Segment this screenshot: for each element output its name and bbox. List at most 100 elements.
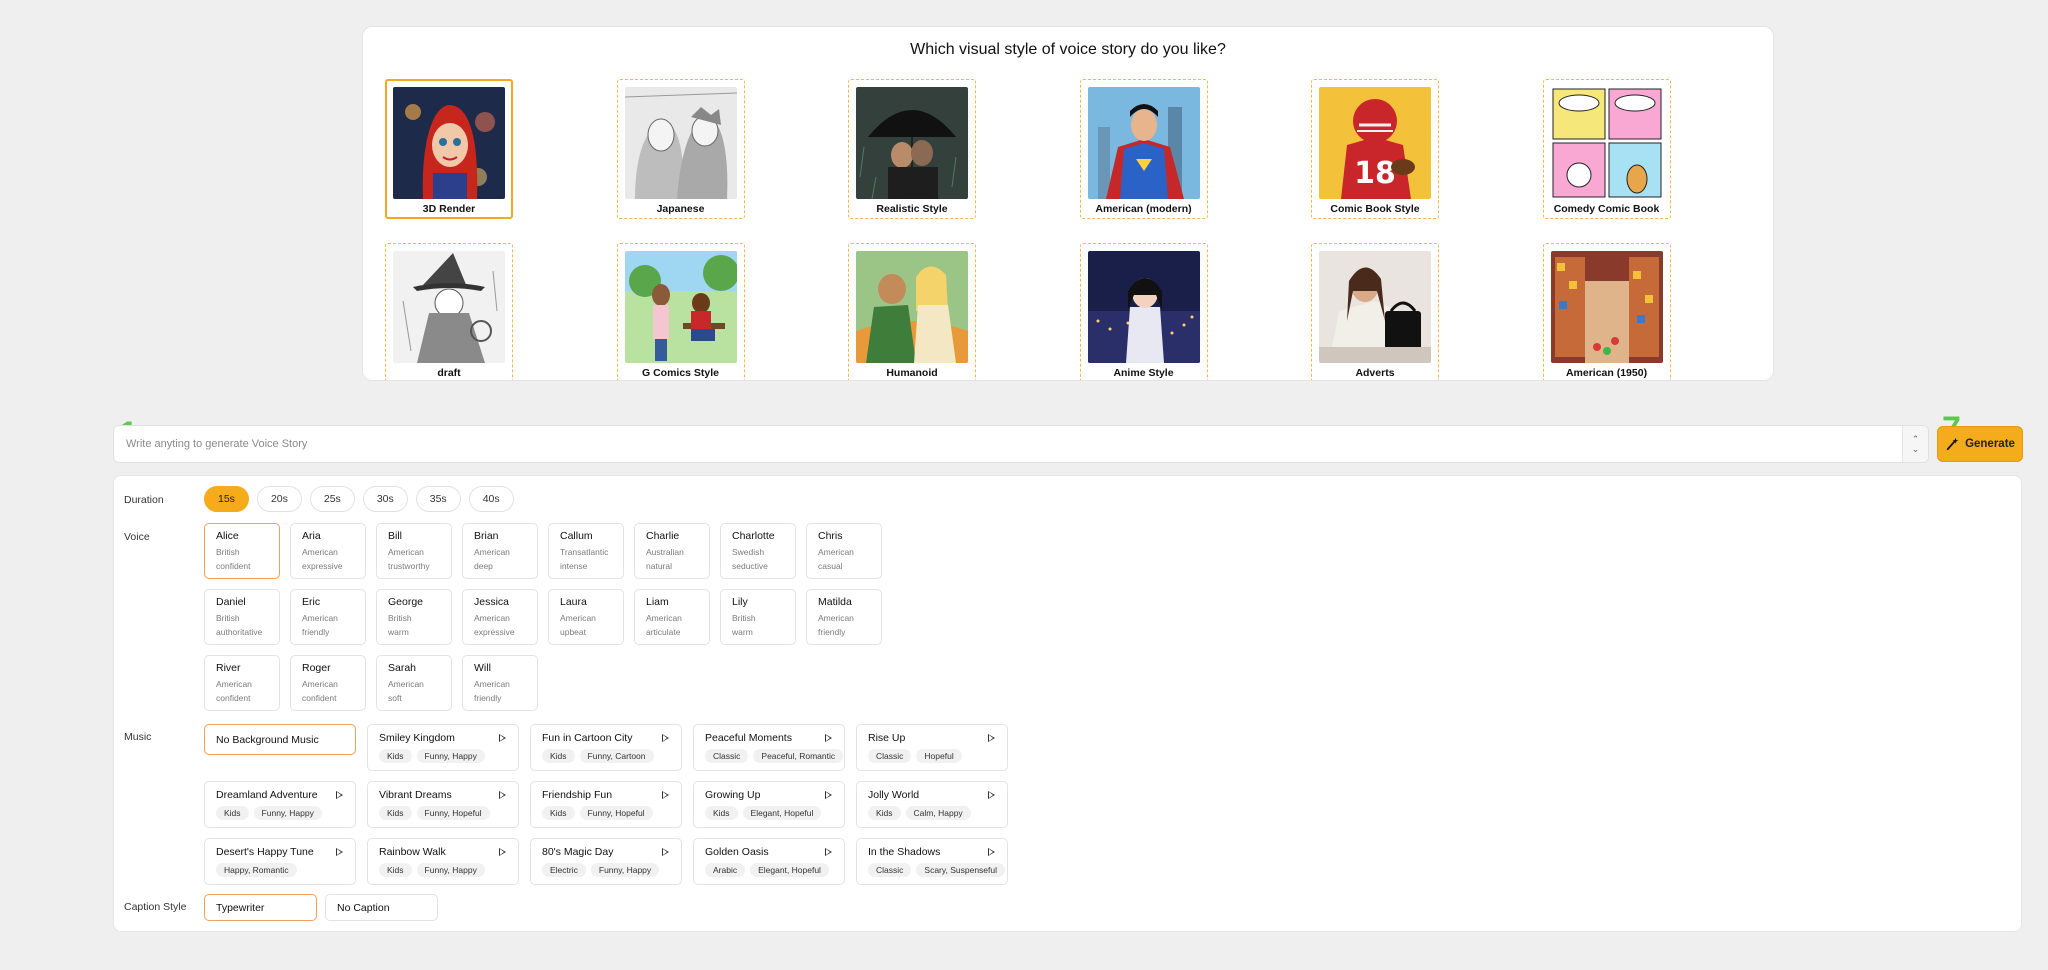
style-card[interactable]: American (1950) [1542,243,1671,380]
caption-option[interactable]: Typewriter [204,894,317,921]
play-icon[interactable] [499,791,506,799]
generate-button[interactable]: Generate [1937,426,2023,462]
music-card[interactable]: Jolly World Kids Calm, Happy [856,781,1008,828]
story-prompt-input[interactable] [126,426,1806,462]
duration-option[interactable]: 25s [309,486,355,512]
voice-accent: American [646,613,682,623]
voice-card[interactable]: Alice British confident [204,523,280,579]
style-card[interactable]: Humanoid [848,243,976,380]
play-icon[interactable] [499,848,506,856]
style-card[interactable]: G Comics Style [616,243,745,380]
voice-tone: authoritative [216,627,263,637]
music-card[interactable]: Desert's Happy Tune Happy, Romantic [204,838,356,885]
style-card[interactable]: 3D Render [385,79,513,219]
music-tags: Kids Funny, Hopeful [542,806,670,820]
music-card[interactable]: Dreamland Adventure Kids Funny, Happy [204,781,356,828]
music-tag: Kids [542,749,575,763]
duration-option[interactable]: 40s [468,486,514,512]
voice-card[interactable]: Chris American casual [806,523,882,579]
style-card[interactable]: Comedy Comic Book [1542,79,1671,219]
football-player-thumb: 18 [1319,87,1431,199]
voice-card[interactable]: Charlotte Swedish seductive [720,523,796,579]
voice-card[interactable]: Eric American friendly [290,589,366,645]
play-icon[interactable] [662,848,669,856]
style-card[interactable]: draft [385,243,513,380]
style-card-label: Comic Book Style [1330,203,1420,215]
music-tags: Kids Funny, Happy [216,806,344,820]
music-card[interactable]: Peaceful Moments Classic Peaceful, Romanti… [693,724,845,771]
style-card[interactable]: Japanese [616,79,745,219]
play-icon[interactable] [988,734,995,742]
voice-name: River [216,662,241,674]
voice-card[interactable]: Liam American articulate [634,589,710,645]
music-name: Dreamland Adventure [216,789,318,801]
duration-option[interactable]: 15s [204,486,249,512]
play-icon[interactable] [825,791,832,799]
voice-card[interactable]: Laura American upbeat [548,589,624,645]
music-card[interactable]: In the Shadows Classic Scary, Suspenseful [856,838,1008,885]
music-card[interactable]: Golden Oasis Arabic Elegant, Hopeful [693,838,845,885]
voice-accent: American [302,547,338,557]
duration-option[interactable]: 20s [256,486,302,512]
music-tag: Kids [216,806,249,820]
play-icon[interactable] [662,791,669,799]
voice-accent: British [216,613,240,623]
voice-card[interactable]: Aria American expressive [290,523,366,579]
music-card[interactable]: Friendship Fun Kids Funny, Hopeful [530,781,682,828]
music-card[interactable]: Fun in Cartoon City Kids Funny, Cartoon [530,724,682,771]
music-card[interactable]: Smiley Kingdom Kids Funny, Happy [367,724,519,771]
music-tag: Kids [379,749,412,763]
play-icon[interactable] [499,734,506,742]
music-card[interactable]: Vibrant Dreams Kids Funny, Hopeful [367,781,519,828]
style-card[interactable]: American (modern) [1079,79,1208,219]
voice-card[interactable]: River American confident [204,655,280,711]
music-card[interactable]: Rainbow Walk Kids Funny, Happy [367,838,519,885]
voice-card[interactable]: Brian American deep [462,523,538,579]
voice-tone: friendly [474,693,502,703]
duration-option[interactable]: 30s [362,486,408,512]
manga-couple-thumb [624,87,737,199]
voice-card[interactable]: Sarah American soft [376,655,452,711]
voice-card[interactable]: Daniel British authoritative [204,589,280,645]
caption-option[interactable]: No Caption [325,894,438,921]
voice-card[interactable]: Jessica American expressive [462,589,538,645]
chevron-up-icon[interactable]: ⌃ [1912,434,1920,444]
play-icon[interactable] [336,848,343,856]
music-card[interactable]: No Background Music [204,724,356,755]
prompt-bar: ⌃ ⌄ [113,425,1929,463]
voice-tone: trustworthy [388,561,430,571]
duration-option[interactable]: 35s [415,486,461,512]
voice-card[interactable]: George British warm [376,589,452,645]
music-tags: Classic Hopeful [868,749,996,763]
music-tag: Arabic [705,863,746,877]
style-card[interactable]: 18 Comic Book Style [1311,79,1439,219]
play-icon[interactable] [825,848,832,856]
prompt-stepper[interactable]: ⌃ ⌄ [1902,426,1928,462]
play-icon[interactable] [825,734,832,742]
music-card[interactable]: Rise Up Classic Hopeful [856,724,1008,771]
voice-card[interactable]: Lily British warm [720,589,796,645]
music-grid: No Background Music Smiley Kingdom Kids Fun… [204,724,1008,885]
style-card[interactable]: Realistic Style [848,79,976,219]
music-name: Rainbow Walk [379,846,446,858]
play-icon[interactable] [336,791,343,799]
music-card[interactable]: 80's Magic Day Electric Funny, Happy [530,838,682,885]
voice-card[interactable]: Will American friendly [462,655,538,711]
voice-card[interactable]: Bill American trustworthy [376,523,452,579]
voice-accent: Swedish [732,547,765,557]
voice-card[interactable]: Matilda American friendly [806,589,882,645]
music-tag: Classic [868,863,912,877]
voice-card[interactable]: Callum Transatlantic intense [548,523,624,579]
music-tag: Funny, Hopeful [416,806,490,820]
voice-card[interactable]: Charlie Australian natural [634,523,710,579]
play-icon[interactable] [662,734,669,742]
play-icon[interactable] [988,848,995,856]
music-card[interactable]: Growing Up Kids Elegant, Hopeful [693,781,845,828]
music-name: Friendship Fun [542,789,613,801]
voice-card[interactable]: Roger American confident [290,655,366,711]
kids-park-thumb [624,251,737,363]
play-icon[interactable] [988,791,995,799]
chevron-down-icon[interactable]: ⌄ [1912,444,1920,454]
style-card[interactable]: Adverts [1311,243,1439,380]
style-card[interactable]: Anime Style [1079,243,1208,380]
